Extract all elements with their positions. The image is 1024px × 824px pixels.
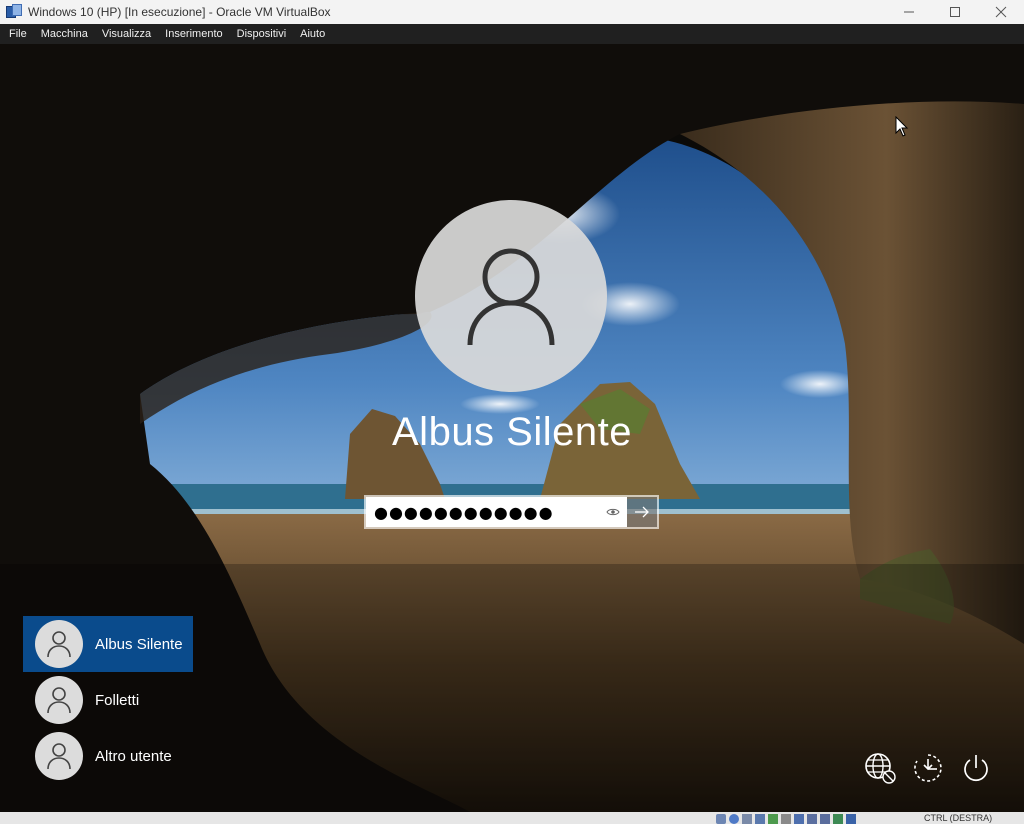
avatar — [35, 620, 83, 668]
vm-status-bar: CTRL (DESTRA) — [0, 812, 1024, 824]
status-icons — [716, 814, 859, 824]
menu-macchina[interactable]: Macchina — [34, 24, 95, 44]
user-item-label: Folletti — [95, 691, 140, 709]
reveal-password-button[interactable] — [604, 503, 622, 521]
display-icon[interactable] — [794, 814, 804, 824]
minimize-button[interactable] — [886, 0, 932, 24]
keyboard-icon[interactable] — [846, 814, 856, 824]
network-button[interactable] — [860, 748, 900, 788]
mouse-cursor-icon — [895, 116, 909, 137]
usb-icon[interactable] — [768, 814, 778, 824]
mouse-integration-icon[interactable] — [833, 814, 843, 824]
user-icon — [467, 248, 555, 346]
window-title: Windows 10 (HP) [In esecuzione] - Oracle… — [28, 5, 331, 19]
submit-button[interactable] — [627, 497, 657, 527]
user-avatar-large — [415, 200, 607, 392]
power-button[interactable] — [956, 748, 996, 788]
eye-icon — [606, 508, 620, 516]
avatar — [35, 732, 83, 780]
user-item-label: Altro utente — [95, 747, 172, 765]
lockscreen-corner-buttons — [860, 748, 1004, 788]
power-icon — [964, 755, 988, 781]
menu-file[interactable]: File — [2, 24, 34, 44]
cpu-icon[interactable] — [820, 814, 830, 824]
password-input[interactable] — [366, 497, 627, 527]
avatar — [35, 676, 83, 724]
virtualbox-icon — [6, 4, 22, 20]
maximize-icon — [950, 7, 960, 17]
user-item-label: Albus Silente — [95, 635, 183, 653]
maximize-button[interactable] — [932, 0, 978, 24]
network-icon — [865, 753, 896, 784]
video-capture-icon[interactable] — [807, 814, 817, 824]
hard-disk-icon[interactable] — [716, 814, 726, 824]
user-icon — [47, 687, 71, 714]
menu-visualizza[interactable]: Visualizza — [95, 24, 158, 44]
user-icon — [47, 743, 71, 770]
menu-bar: File Macchina Visualizza Inserimento Dis… — [0, 24, 1024, 44]
arrow-right-icon — [635, 506, 649, 518]
menu-dispositivi[interactable]: Dispositivi — [230, 24, 294, 44]
menu-inserimento[interactable]: Inserimento — [158, 24, 229, 44]
window-controls — [886, 0, 1024, 24]
user-list: Albus Silente Folletti Altro utente — [23, 616, 193, 784]
shared-folder-icon[interactable] — [781, 814, 791, 824]
user-item-altro-utente[interactable]: Altro utente — [23, 728, 193, 784]
user-item-folletti[interactable]: Folletti — [23, 672, 193, 728]
audio-icon[interactable] — [742, 814, 752, 824]
window-titlebar[interactable]: Windows 10 (HP) [In esecuzione] - Oracle… — [0, 0, 1024, 24]
user-icon — [47, 631, 71, 658]
close-icon — [995, 6, 1007, 18]
host-key-label: CTRL (DESTRA) — [924, 813, 993, 823]
menu-aiuto[interactable]: Aiuto — [293, 24, 332, 44]
vm-screen[interactable]: Albus Silente Albus Silente — [0, 44, 1024, 812]
password-box — [364, 495, 659, 529]
optical-drive-icon[interactable] — [729, 814, 739, 824]
accessibility-icon — [914, 754, 942, 782]
login-user-name: Albus Silente — [392, 410, 632, 454]
minimize-icon — [904, 11, 914, 13]
network-adapter-icon[interactable] — [755, 814, 765, 824]
user-item-albus-silente[interactable]: Albus Silente — [23, 616, 193, 672]
accessibility-button[interactable] — [908, 748, 948, 788]
close-button[interactable] — [978, 0, 1024, 24]
